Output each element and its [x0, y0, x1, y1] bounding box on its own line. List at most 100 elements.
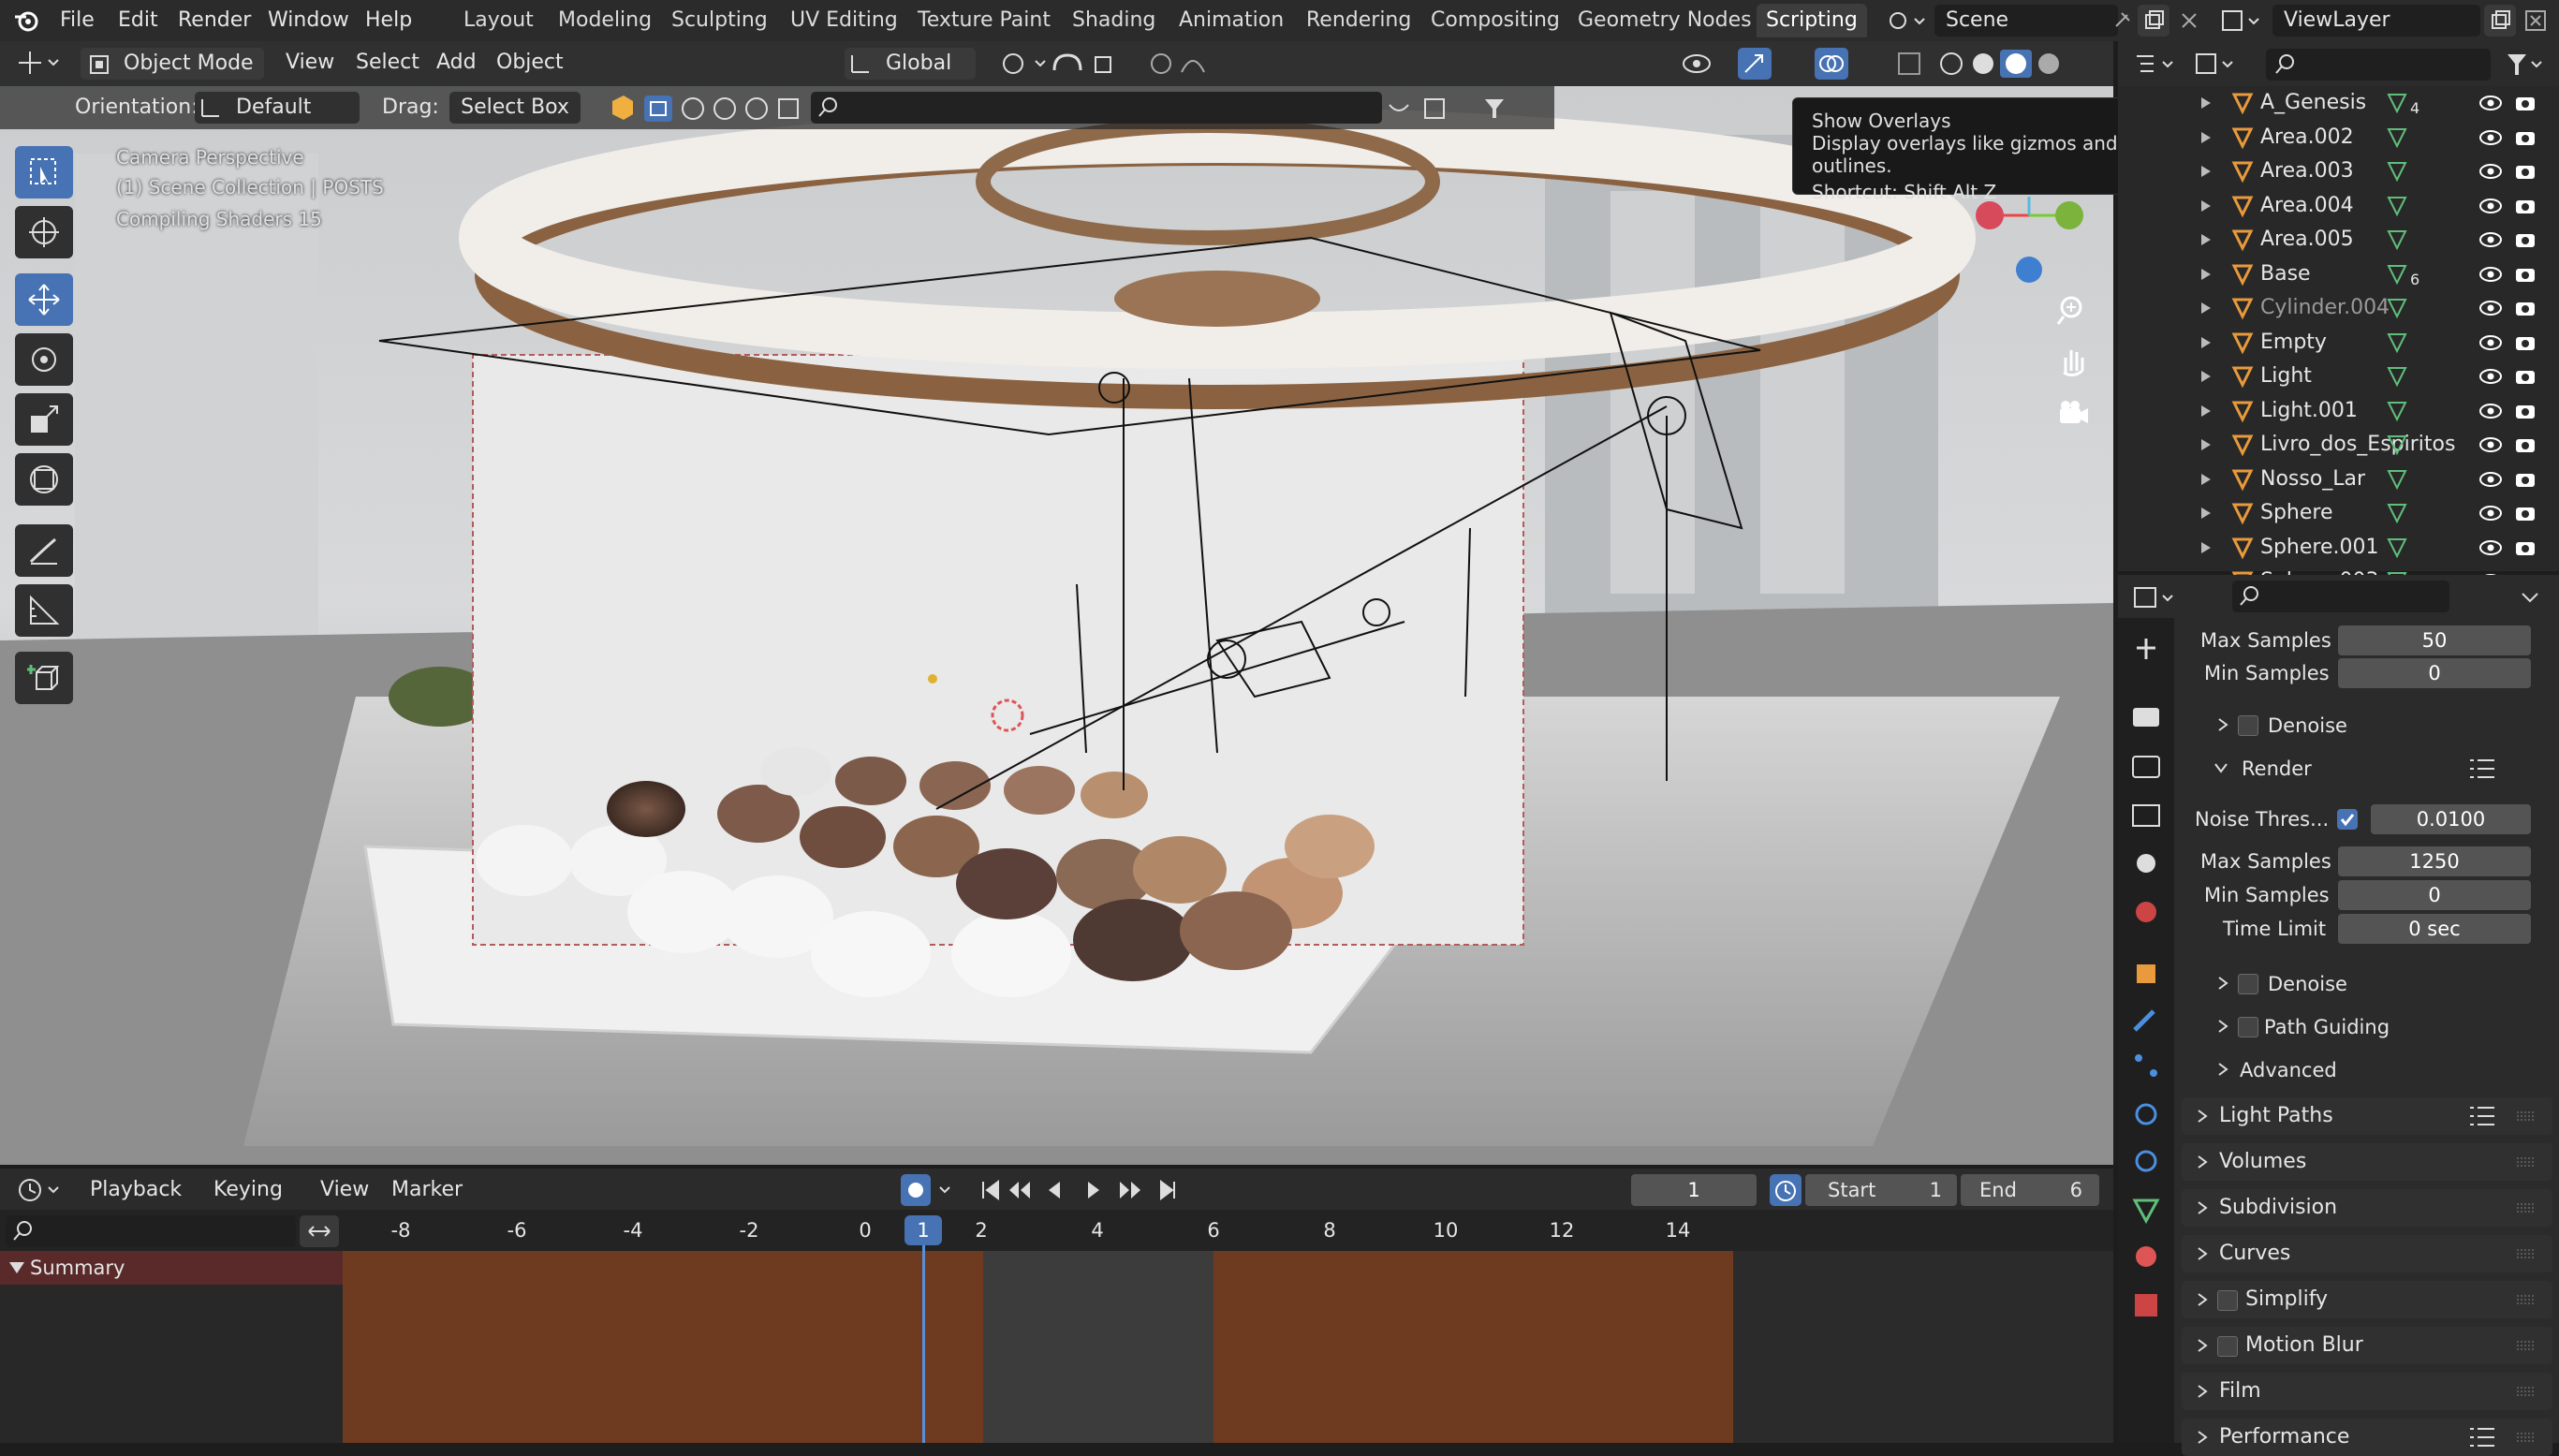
tab-layout[interactable]: Layout	[454, 4, 543, 37]
list-icon[interactable]	[2468, 1425, 2496, 1449]
properties-editor-type-icon[interactable]	[2131, 582, 2182, 612]
tab-modeling[interactable]: Modeling	[549, 4, 661, 37]
transform-tool[interactable]	[15, 453, 73, 506]
eye-icon[interactable]	[2478, 91, 2503, 115]
panel-light-paths[interactable]: Light Paths	[2182, 1097, 2552, 1135]
camera-icon[interactable]	[2513, 159, 2537, 184]
menu-add[interactable]: Add	[436, 41, 477, 84]
outliner-row[interactable]: Cylinder.004	[2118, 291, 2559, 325]
camera-icon[interactable]	[2513, 331, 2537, 355]
expand-arrow-icon[interactable]	[2199, 506, 2213, 521]
eye-icon[interactable]	[2478, 433, 2503, 457]
scale-tool[interactable]	[15, 393, 73, 446]
start-frame-field[interactable]: Start 1	[1805, 1174, 1957, 1206]
menu-file[interactable]: File	[60, 0, 95, 41]
panel-performance[interactable]: Performance	[2182, 1419, 2552, 1456]
viewport-denoise-checkbox[interactable]	[2238, 715, 2258, 736]
expand-arrow-icon[interactable]	[2199, 96, 2213, 110]
drag-handle-icon[interactable]	[2515, 1244, 2537, 1263]
tab-sculpting[interactable]: Sculpting	[662, 4, 777, 37]
eye-icon[interactable]	[2478, 331, 2503, 355]
blender-logo-icon[interactable]	[13, 7, 39, 34]
outliner-search-input[interactable]	[2266, 49, 2491, 81]
expand-arrow-icon[interactable]	[2199, 404, 2213, 419]
snap-icon[interactable]	[1049, 48, 1137, 80]
outliner-editor-type-icon[interactable]	[2131, 49, 2182, 79]
navigation-gizmo[interactable]	[1966, 193, 2088, 296]
tab-geometry-nodes[interactable]: Geometry Nodes	[1568, 4, 1761, 37]
shading-mode-icons[interactable]	[1934, 48, 2075, 80]
camera-icon[interactable]	[2513, 501, 2537, 525]
chevron-down-icon[interactable]	[2212, 758, 2230, 777]
outliner-row[interactable]: Livro_dos_Espiritos	[2118, 428, 2559, 462]
outliner-row[interactable]: Light	[2118, 360, 2559, 393]
drag-handle-icon[interactable]	[2515, 1290, 2537, 1309]
menu-window[interactable]: Window	[268, 0, 349, 41]
eye-icon[interactable]	[2478, 228, 2503, 252]
expand-arrow-icon[interactable]	[2199, 164, 2213, 179]
xray-icon[interactable]	[1893, 48, 1925, 80]
camera-icon[interactable]	[2513, 228, 2537, 252]
playhead-frame-label[interactable]: 1	[904, 1215, 942, 1245]
cursor-tool[interactable]	[15, 206, 73, 258]
chevron-right-icon[interactable]	[2193, 1428, 2212, 1447]
swap-arrows-icon[interactable]	[300, 1215, 339, 1247]
eye-icon[interactable]	[2478, 296, 2503, 320]
outliner-row[interactable]: Area.005	[2118, 223, 2559, 257]
time-limit-field[interactable]: 0 sec	[2338, 914, 2531, 944]
eye-icon[interactable]	[2478, 125, 2503, 150]
view-layer-field[interactable]: ViewLayer	[2272, 5, 2480, 37]
measure-tool[interactable]	[15, 584, 73, 637]
tab-shading[interactable]: Shading	[1063, 4, 1165, 37]
expand-arrow-icon[interactable]	[2199, 369, 2213, 384]
playback-menu[interactable]: Playback	[90, 1169, 182, 1212]
outliner-row[interactable]: Empty	[2118, 326, 2559, 360]
tab-compositing[interactable]: Compositing	[1421, 4, 1569, 37]
select-mode-icons[interactable]	[607, 94, 807, 124]
rotate-tool[interactable]	[15, 333, 73, 386]
scene-field[interactable]: Scene	[1934, 5, 2118, 37]
chevron-right-icon[interactable]	[2193, 1199, 2212, 1217]
chevron-right-icon[interactable]	[2193, 1290, 2212, 1309]
panel-film[interactable]: Film	[2182, 1373, 2552, 1410]
tab-uv-editing[interactable]: UV Editing	[781, 4, 907, 37]
camera-icon[interactable]	[2513, 433, 2537, 457]
camera-icon[interactable]	[2513, 125, 2537, 150]
camera-icon[interactable]	[2513, 399, 2537, 423]
expand-arrow-icon[interactable]	[2199, 472, 2213, 487]
expand-arrow-icon[interactable]	[2199, 199, 2213, 213]
editor-type-icon[interactable]	[13, 47, 67, 79]
drag-handle-icon[interactable]	[2515, 1336, 2537, 1355]
menu-view[interactable]: View	[286, 41, 334, 84]
summary-row[interactable]: Summary	[0, 1251, 343, 1285]
viewport-search-input[interactable]	[811, 92, 1382, 124]
remove-view-layer-icon[interactable]	[2522, 7, 2549, 34]
annotate-tool[interactable]	[15, 524, 73, 577]
outliner-row[interactable]: Area.003	[2118, 154, 2559, 188]
outliner-row[interactable]: Light.001	[2118, 394, 2559, 428]
zoom-icon[interactable]	[2056, 294, 2090, 328]
visibility-icon[interactable]	[1678, 48, 1734, 80]
panel-curves[interactable]: Curves	[2182, 1235, 2552, 1272]
chevron-right-icon[interactable]	[2213, 715, 2232, 734]
render-denoise-checkbox[interactable]	[2238, 974, 2258, 994]
chevron-right-icon[interactable]	[2193, 1107, 2212, 1125]
expand-arrow-icon[interactable]	[2199, 301, 2213, 316]
filter-icon[interactable]	[2504, 49, 2551, 79]
close-icon[interactable]	[2176, 7, 2202, 34]
drag-handle-icon[interactable]	[2515, 1153, 2537, 1171]
expand-arrow-icon[interactable]	[2199, 437, 2213, 452]
outliner-row[interactable]: Nosso_Lar	[2118, 463, 2559, 496]
outliner-row[interactable]: Area.002	[2118, 121, 2559, 154]
chevron-right-icon[interactable]	[2193, 1336, 2212, 1355]
timeline-search-input[interactable]	[6, 1215, 296, 1247]
move-tool[interactable]	[15, 273, 73, 326]
outliner-row[interactable]: A_Genesis 4	[2118, 86, 2559, 120]
pin-icon[interactable]	[2109, 7, 2135, 34]
advanced-label[interactable]: Advanced	[2240, 1054, 2337, 1086]
eye-icon[interactable]	[2478, 467, 2503, 492]
camera-icon[interactable]	[2513, 364, 2537, 389]
tab-scripting[interactable]: Scripting	[1757, 4, 1867, 37]
panel-motion-blur[interactable]: Motion Blur	[2182, 1327, 2552, 1364]
gizmo-toggle-icon[interactable]	[1738, 48, 1772, 80]
